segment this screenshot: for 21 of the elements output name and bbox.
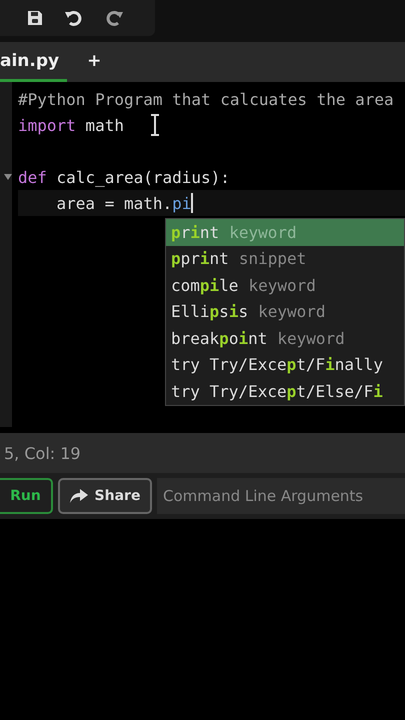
undo-icon: [64, 8, 84, 28]
code-line: #Python Program that calcuates the area: [18, 90, 394, 108]
suggestion-item[interactable]: try Try/Except/Else/Fi: [166, 378, 404, 404]
add-tab-button[interactable]: +: [87, 42, 110, 82]
run-button[interactable]: Run: [0, 478, 53, 514]
suggestion-item[interactable]: print keyword: [166, 219, 404, 246]
suggestion-item[interactable]: breakpoint keyword: [166, 325, 404, 352]
suggestion-item[interactable]: pprint snippet: [166, 246, 404, 272]
arguments-field[interactable]: Command Line Arguments: [157, 478, 405, 514]
suggestion-item[interactable]: Ellipsis keyword: [166, 298, 404, 325]
cursor-position: 5, Col: 19: [4, 444, 81, 462]
share-icon: [70, 489, 88, 503]
share-button[interactable]: Share: [58, 478, 152, 514]
fold-arrow-icon[interactable]: [4, 174, 12, 180]
redo-icon: [104, 8, 124, 28]
code-line: def calc_area(radius):: [18, 168, 230, 186]
text-cursor-icon: [150, 114, 160, 136]
code-line: import math: [18, 116, 124, 134]
code-line: area = math.pi: [56, 194, 192, 212]
suggestion-item[interactable]: try Try/Except/Finally: [166, 352, 404, 378]
suggestion-item[interactable]: compile keyword: [166, 272, 404, 298]
